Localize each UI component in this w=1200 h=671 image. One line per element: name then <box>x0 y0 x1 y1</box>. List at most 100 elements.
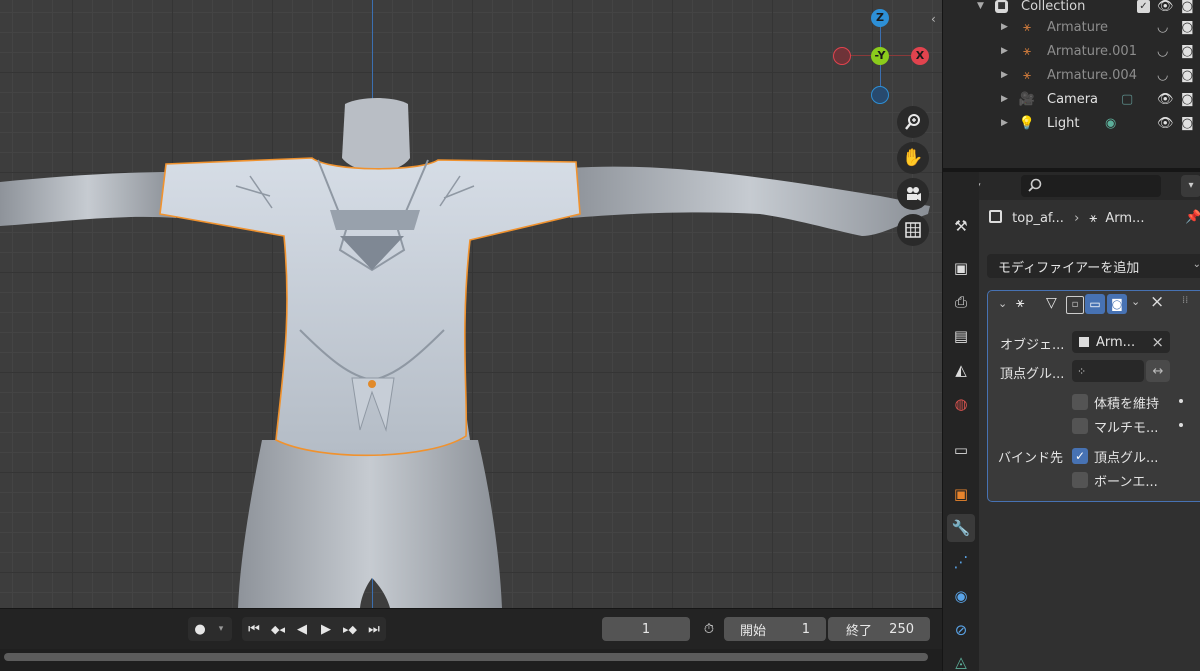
world-tab-icon[interactable]: ◍ <box>947 390 975 418</box>
pan-hand-icon[interactable]: ✋ <box>897 142 929 174</box>
light-data-icon[interactable]: ◉ <box>1105 116 1116 131</box>
jump-start-icon[interactable]: ⏮ <box>242 617 266 641</box>
zoom-icon[interactable] <box>897 106 929 138</box>
hidden-eye-icon[interactable]: ◡ <box>1157 68 1168 83</box>
armature-object-field[interactable]: Arm... × <box>1072 331 1170 353</box>
frame-end-value: 250 <box>889 621 914 637</box>
gizmo-x-axis[interactable]: X <box>911 47 929 65</box>
light-object-icon: 💡 <box>1018 115 1036 131</box>
shirt-mesh-selected[interactable] <box>159 157 581 457</box>
search-input[interactable] <box>1021 175 1161 197</box>
camera-data-icon[interactable]: ▢ <box>1121 92 1133 107</box>
stopwatch-icon[interactable]: ⏱ <box>698 617 720 641</box>
keying-group: ● ▾ <box>188 617 232 641</box>
jump-end-icon[interactable]: ⏭ <box>362 617 386 641</box>
scene-tab-icon[interactable]: ◭ <box>947 356 975 384</box>
breadcrumb-modifier: Arm... <box>1105 211 1145 226</box>
options-dropdown[interactable]: ▾ <box>1181 175 1200 197</box>
gizmo-neg-z-axis[interactable] <box>871 86 889 104</box>
render-camera-icon[interactable]: ◙ <box>1181 44 1194 59</box>
expand-arrow-icon[interactable]: ▶ <box>1001 46 1008 56</box>
sidebar-toggle-icon[interactable]: ‹ <box>931 12 936 26</box>
frame-start-field[interactable]: 開始 1 <box>724 617 826 641</box>
next-keyframe-icon[interactable]: ▸◆ <box>338 617 362 641</box>
collection-checkbox[interactable]: ✓ <box>1137 0 1150 13</box>
frame-end-field[interactable]: 終了 250 <box>828 617 930 641</box>
pin-icon[interactable]: 📌 <box>1185 210 1200 225</box>
keyframe-dot-icon[interactable] <box>1179 423 1183 427</box>
gizmo-z-axis[interactable]: Z <box>871 9 889 27</box>
camera-view-icon[interactable] <box>897 178 929 210</box>
keyframe-dot-icon[interactable] <box>1179 399 1183 403</box>
close-icon[interactable]: × <box>1150 292 1164 312</box>
constraints-tab-icon[interactable]: ⊘ <box>947 616 975 644</box>
data-tab-icon[interactable]: ◬ <box>947 648 975 671</box>
physics-tab-icon[interactable]: ◉ <box>947 582 975 610</box>
outliner-item-light[interactable]: ▶ 💡 Light ◉ 👁 ◙ <box>943 111 1200 135</box>
add-modifier-dropdown[interactable]: モディファイアーを追加 ⌄ <box>987 254 1200 278</box>
visibility-eye-icon[interactable]: 👁 <box>1157 0 1174 14</box>
3d-viewport[interactable]: Z -Y X ✋ ‹ <box>0 0 942 608</box>
keying-dropdown-icon[interactable]: ▾ <box>212 617 230 641</box>
preserve-volume-checkbox[interactable] <box>1072 394 1088 410</box>
render-camera-icon[interactable]: ◙ <box>1181 68 1194 83</box>
vertex-group-field[interactable]: ⁘ <box>1072 360 1144 382</box>
armature-modifier-icon: ⚹ <box>1016 295 1025 311</box>
bind-bone-envelopes-checkbox[interactable] <box>1072 472 1088 488</box>
hidden-eye-icon[interactable]: ◡ <box>1157 20 1168 35</box>
hidden-eye-icon[interactable]: ◡ <box>1157 44 1168 59</box>
bind-vertex-groups-checkbox[interactable]: ✓ <box>1072 448 1088 464</box>
expand-arrow-icon[interactable]: ▶ <box>1001 70 1008 80</box>
collection-tab-icon[interactable]: ▭ <box>947 436 975 464</box>
breadcrumb-separator-icon: › <box>1074 211 1080 226</box>
timeline-scrollbar[interactable] <box>4 653 928 661</box>
play-icon[interactable]: ▶ <box>314 617 338 641</box>
outliner-item-camera[interactable]: ▶ 🎥 Camera ▢ 👁 ◙ <box>943 87 1200 111</box>
gizmo-neg-x-axis[interactable] <box>833 47 851 65</box>
expand-arrow-icon[interactable]: ▶ <box>1001 22 1008 32</box>
armature-icon: ⚹ <box>1023 19 1031 35</box>
view-layer-tab-icon[interactable]: ▤ <box>947 322 975 350</box>
render-toggle-icon[interactable]: ◙ <box>1107 294 1127 314</box>
play-reverse-icon[interactable]: ◀ <box>290 617 314 641</box>
modifier-tab-icon[interactable]: 🔧 <box>947 514 975 542</box>
breadcrumb: top_af... › ⚹ Arm... 📌 <box>989 210 1200 226</box>
render-camera-icon[interactable]: ◙ <box>1181 92 1194 107</box>
viewport-display-toggle-icon[interactable]: ▭ <box>1085 294 1105 314</box>
particles-tab-icon[interactable]: ⋰ <box>947 548 975 576</box>
record-icon[interactable]: ● <box>188 617 212 641</box>
multi-modifier-checkbox[interactable] <box>1072 418 1088 434</box>
edit-mode-toggle-icon[interactable]: ▽ <box>1046 295 1057 311</box>
clear-field-icon[interactable]: × <box>1151 333 1164 351</box>
frame-start-value: 1 <box>801 621 810 637</box>
outliner-item-label: Light <box>1047 115 1080 131</box>
modifier-menu-icon[interactable]: ⌄ <box>1131 295 1140 308</box>
right-arm <box>570 166 930 236</box>
expand-arrow-icon[interactable]: ▶ <box>1001 94 1008 104</box>
panel-collapse-icon[interactable]: ⌄ <box>998 297 1007 310</box>
prev-keyframe-icon[interactable]: ◆◂ <box>266 617 290 641</box>
mannequin-model[interactable] <box>0 0 942 608</box>
invert-toggle-icon[interactable]: ↔ <box>1146 360 1170 382</box>
outliner-item-armature-001[interactable]: ▶ ⚹ Armature.001 ◡ ◙ <box>943 39 1200 63</box>
expand-arrow-icon[interactable]: ▶ <box>1001 118 1008 128</box>
outliner-item-armature-004[interactable]: ▶ ⚹ Armature.004 ◡ ◙ <box>943 63 1200 87</box>
output-tab-icon[interactable]: ⎙ <box>947 288 975 316</box>
render-camera-icon[interactable]: ◙ <box>1181 20 1194 35</box>
ortho-grid-icon[interactable] <box>897 214 929 246</box>
render-camera-icon[interactable]: ◙ <box>1181 0 1194 14</box>
current-frame-field[interactable]: 1 <box>602 617 690 641</box>
armature-icon: ⚹ <box>1023 67 1031 83</box>
gizmo-y-axis[interactable]: -Y <box>871 47 889 65</box>
cage-toggle-icon[interactable]: ▫ <box>1066 296 1084 314</box>
outliner-item-armature[interactable]: ▶ ⚹ Armature ◡ ◙ <box>943 15 1200 39</box>
object-tab-icon[interactable]: ▣ <box>947 480 975 508</box>
tool-tab-icon[interactable]: ⚒ <box>947 212 975 240</box>
navigation-gizmo[interactable]: Z -Y X <box>830 8 935 108</box>
render-camera-icon[interactable]: ◙ <box>1181 116 1194 131</box>
drag-handle-icon[interactable]: ⁞⁞ <box>1182 295 1188 306</box>
visibility-eye-icon[interactable]: 👁 <box>1157 92 1174 107</box>
visibility-eye-icon[interactable]: 👁 <box>1157 116 1174 131</box>
collapse-arrow-icon[interactable]: ▼ <box>977 1 984 11</box>
render-tab-icon[interactable]: ▣ <box>947 254 975 282</box>
